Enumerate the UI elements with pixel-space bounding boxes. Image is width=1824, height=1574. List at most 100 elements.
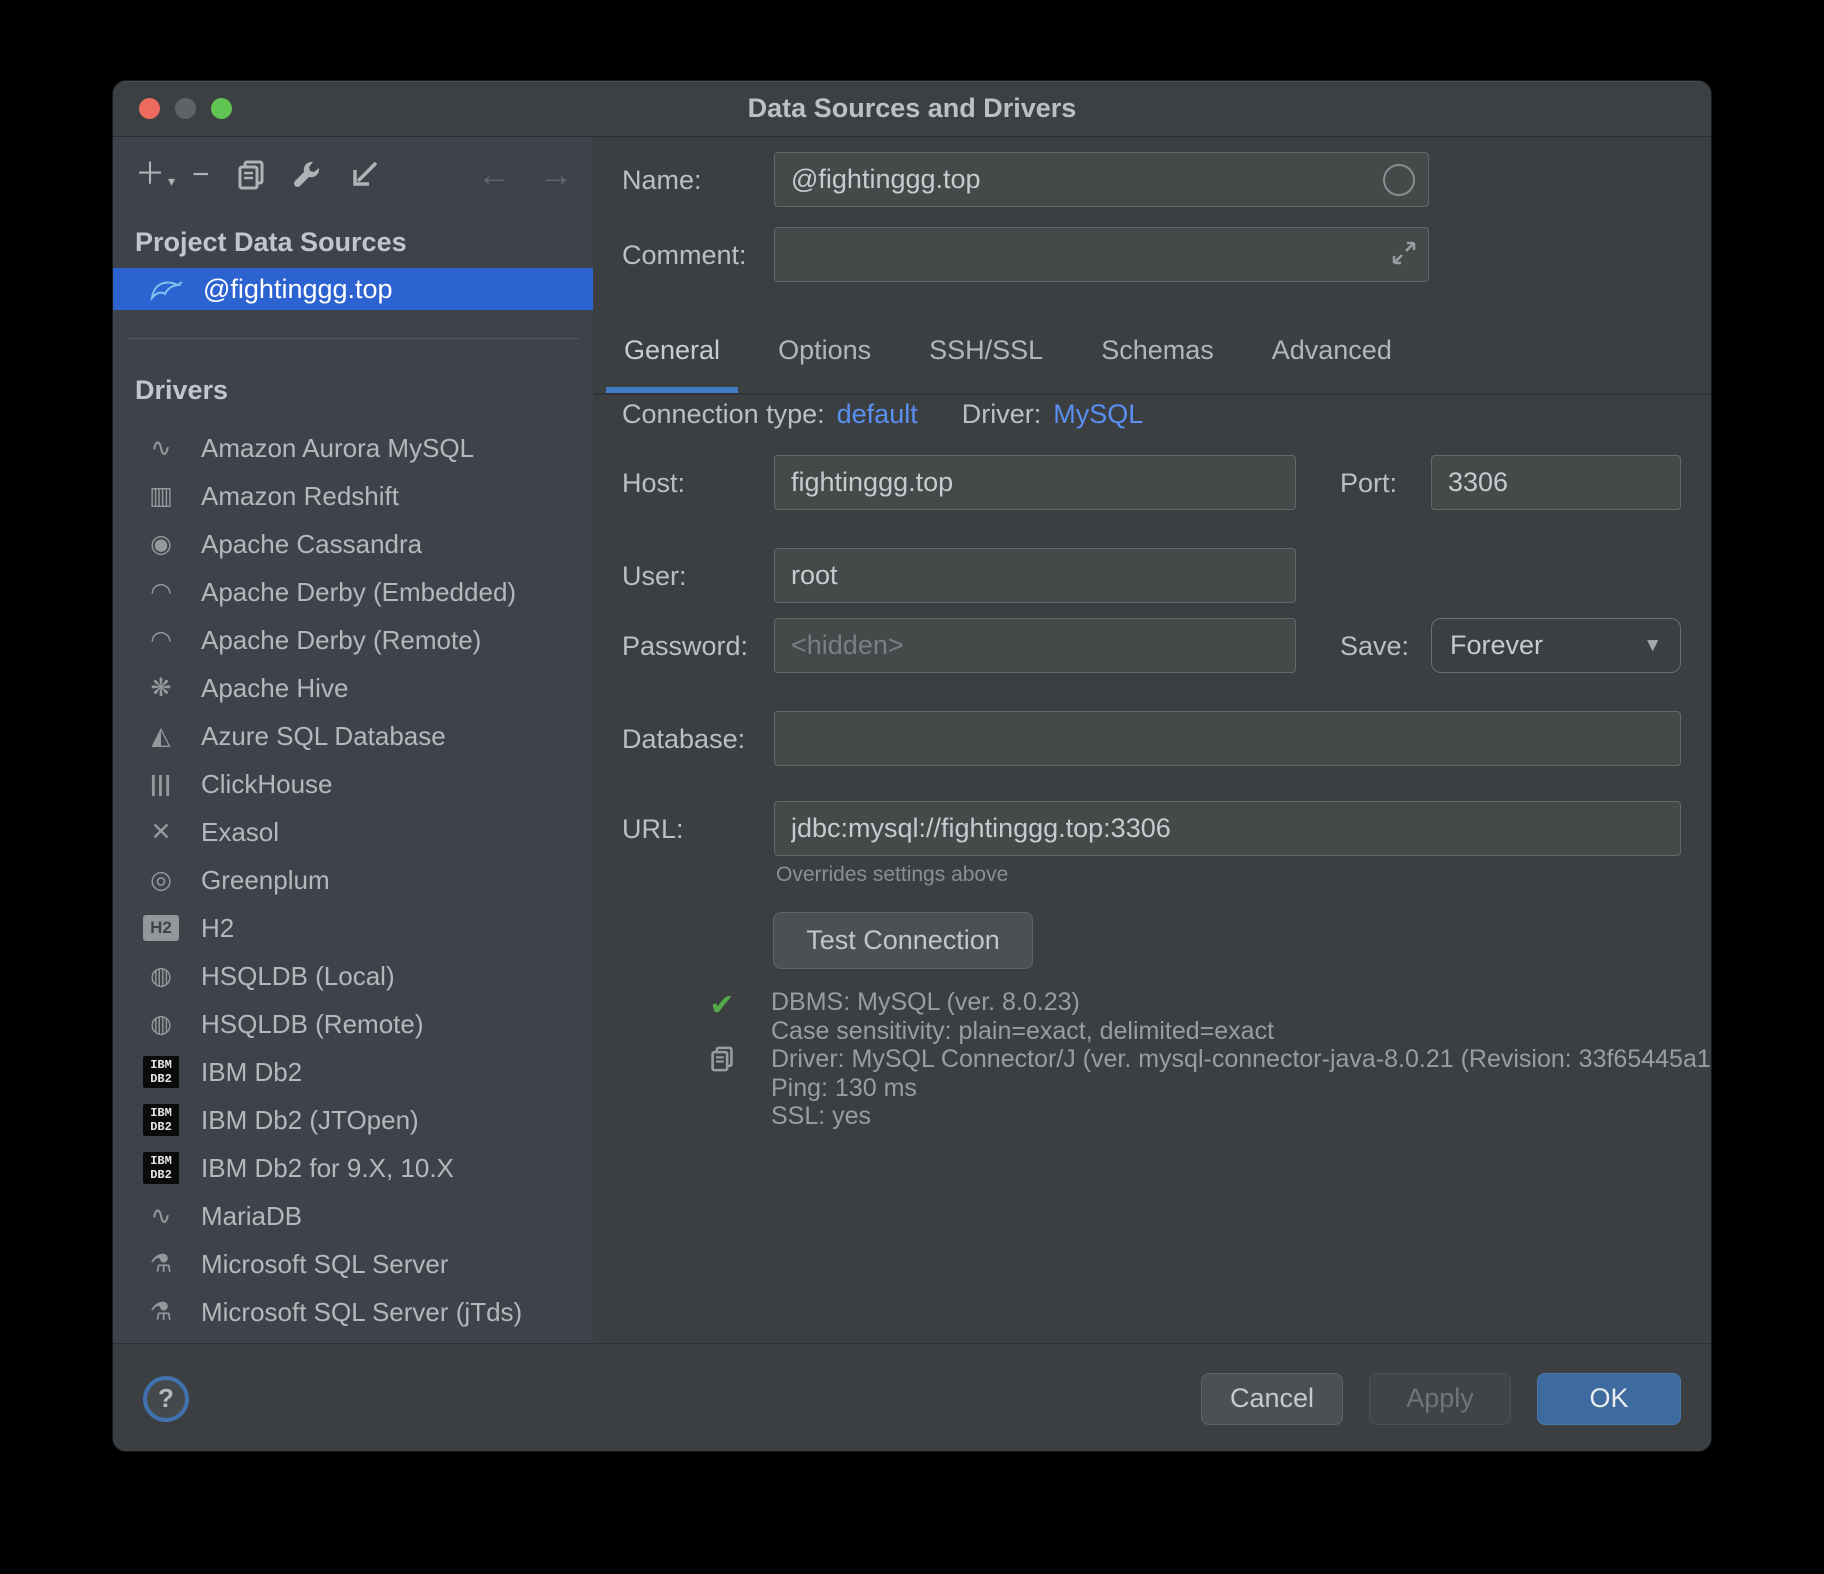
driver-item-label: IBM Db2 (JTOpen): [201, 1105, 419, 1136]
mysql-dolphin-icon: [149, 276, 183, 302]
ibm-db2-badge-icon: IBMDB2: [143, 1104, 179, 1136]
driver-item[interactable]: ∿ MariaDB: [113, 1192, 593, 1240]
database-label: Database:: [622, 724, 745, 755]
port-input[interactable]: [1431, 455, 1681, 510]
password-input[interactable]: [774, 618, 1296, 673]
driver-item[interactable]: ◍HSQLDB (Remote): [113, 1000, 593, 1048]
data-source-item-selected[interactable]: @fightinggg.top: [113, 268, 593, 310]
azure-icon: ◭: [143, 723, 179, 749]
driver-link[interactable]: MySQL: [1053, 399, 1143, 430]
clickhouse-bars-icon: |||: [143, 771, 179, 797]
driver-label: Driver:: [962, 399, 1042, 430]
tab-schemas[interactable]: Schemas: [1099, 335, 1216, 366]
copy-result-icon[interactable]: [706, 1045, 738, 1078]
duplicate-button[interactable]: [237, 160, 265, 190]
driver-item-label: Apache Derby (Embedded): [201, 577, 516, 608]
help-button[interactable]: ?: [143, 1376, 189, 1422]
result-line: DBMS: MySQL (ver. 8.0.23): [771, 988, 1711, 1017]
tabs-separator: [593, 393, 1711, 395]
driver-item[interactable]: H2H2: [113, 904, 593, 952]
test-connection-result: DBMS: MySQL (ver. 8.0.23)Case sensitivit…: [771, 988, 1711, 1131]
expand-icon[interactable]: [1391, 240, 1417, 266]
cancel-button[interactable]: Cancel: [1201, 1373, 1343, 1425]
test-connection-button[interactable]: Test Connection: [773, 912, 1033, 969]
derby-hat-icon: ◠: [143, 579, 179, 605]
save-label: Save:: [1340, 631, 1409, 662]
chevron-down-icon: ▾: [168, 166, 175, 196]
tab-advanced[interactable]: Advanced: [1270, 335, 1394, 366]
driver-item[interactable]: ▴MongoDB: [113, 1336, 593, 1343]
database-input[interactable]: [774, 711, 1681, 766]
ibm-db2-badge-icon: IBMDB2: [143, 1152, 179, 1184]
driver-item[interactable]: ◭Azure SQL Database: [113, 712, 593, 760]
tab-general[interactable]: General: [622, 335, 722, 366]
driver-item[interactable]: ◍HSQLDB (Local): [113, 952, 593, 1000]
comment-label: Comment:: [622, 240, 747, 271]
driver-item[interactable]: IBMDB2 IBM Db2 (JTOpen): [113, 1096, 593, 1144]
add-data-source-button[interactable]: ＋▾: [135, 160, 165, 190]
zoom-window-button[interactable]: [211, 98, 232, 119]
driver-item[interactable]: |||ClickHouse: [113, 760, 593, 808]
save-dropdown-value: Forever: [1450, 630, 1543, 661]
apply-button[interactable]: Apply: [1369, 1373, 1511, 1425]
driver-properties-button[interactable]: [292, 160, 322, 190]
host-input[interactable]: [774, 455, 1296, 510]
url-input[interactable]: [774, 801, 1681, 856]
comment-input[interactable]: [774, 227, 1429, 282]
connection-type-link[interactable]: default: [837, 399, 918, 430]
tab-ssh-ssl[interactable]: SSH/SSL: [927, 335, 1045, 366]
driver-item[interactable]: IBMDB2IBM Db2 for 9.X, 10.X: [113, 1144, 593, 1192]
mssql-icon: ⚗: [143, 1251, 179, 1277]
window-controls: [139, 81, 232, 136]
close-window-button[interactable]: [139, 98, 160, 119]
driver-item-label: Microsoft SQL Server: [201, 1249, 449, 1280]
tab-options[interactable]: Options: [776, 335, 873, 366]
sidebar: ＋▾ −: [113, 137, 593, 1343]
driver-item[interactable]: ✕Exasol: [113, 808, 593, 856]
success-check-icon: ✔: [706, 988, 738, 1023]
remove-data-source-button[interactable]: −: [192, 160, 210, 190]
minimize-window-button[interactable]: [175, 98, 196, 119]
driver-item-label: Greenplum: [201, 865, 330, 896]
connection-type-label: Connection type:: [622, 399, 825, 430]
project-data-sources-header: Project Data Sources: [135, 227, 593, 258]
mariadb-seal-icon: ∿: [143, 1203, 179, 1229]
driver-item[interactable]: ◉Apache Cassandra: [113, 520, 593, 568]
user-label: User:: [622, 561, 687, 592]
driver-item-label: Exasol: [201, 817, 279, 848]
hsqldb-icon: ◍: [143, 963, 179, 989]
driver-item[interactable]: ◠ Apache Derby (Embedded): [113, 568, 593, 616]
driver-item-label: Microsoft SQL Server (jTds): [201, 1297, 522, 1328]
data-source-label: @fightinggg.top: [203, 274, 393, 305]
driver-item[interactable]: ▥ Amazon Redshift: [113, 472, 593, 520]
driver-item-label: Amazon Redshift: [201, 481, 399, 512]
back-arrow-button[interactable]: ←: [477, 158, 511, 192]
dropdown-arrow-icon: ▼: [1643, 635, 1662, 657]
forward-arrow-button[interactable]: →: [539, 158, 573, 192]
connection-settings-panel: Name: Comment: GeneralOptionsSSH/SSLSche…: [593, 137, 1711, 1343]
wrench-icon: [292, 160, 322, 190]
driver-item[interactable]: ∿Amazon Aurora MySQL: [113, 424, 593, 472]
settings-tabs: General Options SSH/SSL Schemas Advanced: [622, 335, 1394, 366]
save-dropdown[interactable]: Forever ▼: [1431, 618, 1681, 673]
driver-item[interactable]: ◎ Greenplum: [113, 856, 593, 904]
driver-item[interactable]: ⚗ Microsoft SQL Server: [113, 1240, 593, 1288]
name-input[interactable]: [774, 152, 1429, 207]
hive-bee-icon: ❋: [143, 675, 179, 701]
driver-item-label: MariaDB: [201, 1201, 302, 1232]
driver-item[interactable]: ❋Apache Hive: [113, 664, 593, 712]
result-line: SSL: yes: [771, 1102, 1711, 1131]
import-arrow-icon: [349, 160, 379, 190]
driver-item[interactable]: ◠Apache Derby (Remote): [113, 616, 593, 664]
user-input[interactable]: [774, 548, 1296, 603]
ok-button[interactable]: OK: [1537, 1373, 1681, 1425]
greenplum-icon: ◎: [143, 867, 179, 893]
import-from-sources-button[interactable]: [349, 160, 379, 190]
redshift-icon: ▥: [143, 483, 179, 509]
connection-type-row: Connection type: default Driver: MySQL: [622, 399, 1143, 430]
drivers-list: ∿Amazon Aurora MySQL ▥ Amazon Redshift ◉Apa…: [113, 424, 593, 1343]
driver-item[interactable]: ⚗Microsoft SQL Server (jTds): [113, 1288, 593, 1336]
sidebar-divider: [127, 338, 579, 339]
driver-item[interactable]: IBMDB2IBM Db2: [113, 1048, 593, 1096]
window-title: Data Sources and Drivers: [113, 93, 1711, 124]
